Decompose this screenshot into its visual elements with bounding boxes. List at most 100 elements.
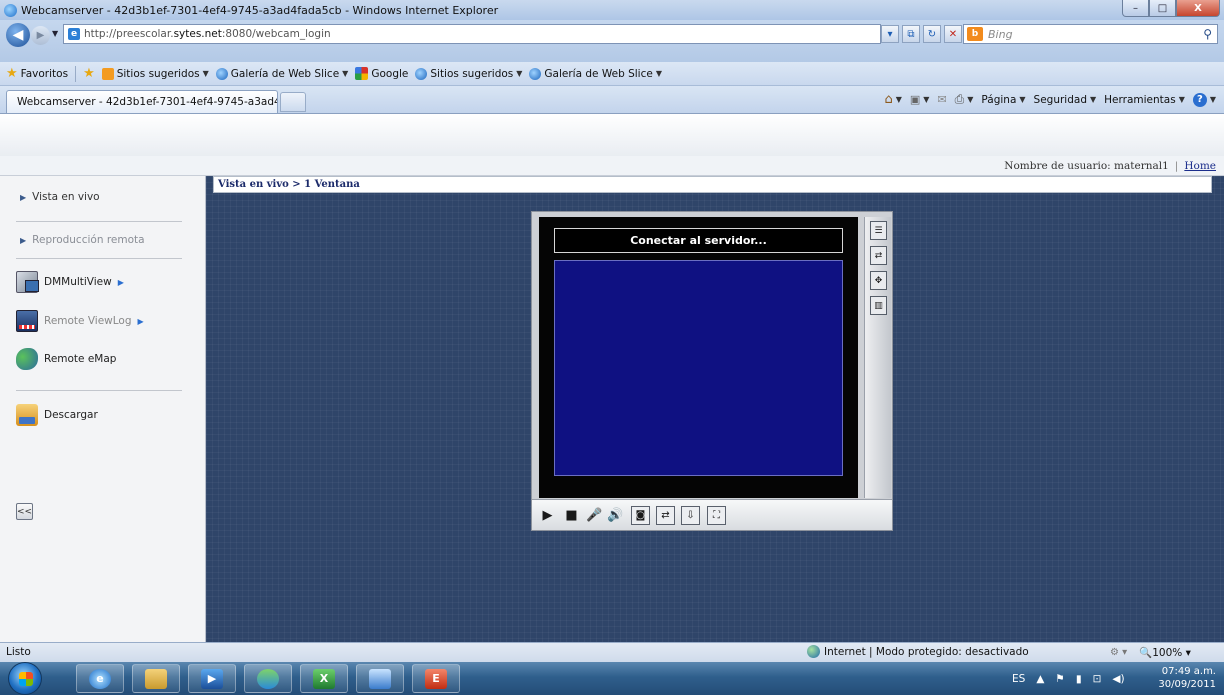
clock-date: 30/09/2011 <box>1158 679 1216 690</box>
collapse-sidebar-button[interactable]: << <box>16 503 33 520</box>
search-input[interactable]: b Bing ⚲ <box>963 24 1218 44</box>
switch-window-icon[interactable]: ⇄ <box>656 506 675 525</box>
sidebar-item-label: Reproducción remota <box>32 234 145 246</box>
connection-status: Conectar al servidor... <box>554 228 843 253</box>
sidebar: ▶ Vista en vivo ▶ Reproducción remota DM… <box>0 176 206 642</box>
close-button[interactable]: X <box>1176 0 1220 17</box>
network-icon <box>369 668 391 689</box>
compatibility-view-icon[interactable]: ⧉ <box>902 25 920 43</box>
sidebar-tool-label: Remote eMap <box>44 353 117 365</box>
print-icon: ⎙ <box>954 92 965 106</box>
back-button[interactable]: ◀ <box>6 23 30 47</box>
taskbar-explorer[interactable] <box>132 664 180 693</box>
speaker-icon[interactable]: 🔊 <box>606 506 625 525</box>
status-tools: ⚙ ▾ 🔍100% ▾ <box>1110 646 1191 659</box>
page-icon: e <box>68 28 80 40</box>
show-hidden-icons-icon[interactable]: ▲ <box>1036 673 1044 685</box>
address-dropdown-icon[interactable]: ▾ <box>881 25 899 43</box>
globe-icon <box>807 645 820 658</box>
play-icon[interactable]: ▶ <box>538 506 557 525</box>
stop-icon[interactable]: ✕ <box>944 25 962 43</box>
sidebar-tool-download[interactable]: Descargar <box>16 404 98 426</box>
microphone-icon[interactable]: 🎤 <box>585 506 604 525</box>
sidebar-item-remote-playback[interactable]: ▶ Reproducción remota <box>20 234 145 246</box>
chevron-down-icon: ▼ <box>655 69 662 78</box>
start-button[interactable] <box>8 662 42 695</box>
sidebar-item-live-view[interactable]: ▶ Vista en vivo <box>20 191 100 203</box>
home-button[interactable]: ⌂ ▼ <box>884 92 901 107</box>
minimize-button[interactable]: – <box>1122 0 1149 17</box>
snapshot-icon[interactable]: ◙ <box>631 506 650 525</box>
tools-menu[interactable]: Herramientas ▼ <box>1104 94 1185 106</box>
taskbar-excel[interactable]: X <box>300 664 348 693</box>
internet-explorer-icon: e <box>89 668 111 689</box>
clock[interactable]: 07:49 a.m. 30/09/2011 <box>1158 665 1216 691</box>
chevron-down-icon: ▼ <box>342 69 349 78</box>
favorite-link-sitios-sugeridos[interactable]: Sitios sugeridos ▼ <box>101 67 209 80</box>
layout-icon[interactable]: ▥ <box>870 296 887 315</box>
page-menu[interactable]: Página ▼ <box>981 94 1025 106</box>
sidebar-tool-dmmultiview[interactable]: DMMultiView ▶ <box>16 271 124 293</box>
protected-mode-icon[interactable]: ⚙ ▾ <box>1110 647 1127 658</box>
zone-label: Internet | Modo protegido: desactivado <box>824 645 1029 658</box>
taskbar-internet-explorer[interactable]: e <box>76 664 124 693</box>
maximize-button[interactable]: □ <box>1149 0 1176 17</box>
print-button[interactable]: ⎙ ▼ <box>955 92 974 107</box>
remote-viewlog-icon <box>16 310 38 332</box>
favorite-link-web-slice-2[interactable]: Galería de Web Slice ▼ <box>529 67 662 80</box>
url-suffix: :8080/webcam_login <box>221 28 331 40</box>
add-favorite-icon[interactable]: ★ <box>83 66 95 81</box>
history-dropdown-icon[interactable]: ▼ <box>52 29 58 38</box>
favorite-link-web-slice[interactable]: Galería de Web Slice ▼ <box>215 67 349 80</box>
stop-icon[interactable]: ■ <box>562 506 581 525</box>
divider <box>16 390 182 391</box>
read-mail-button[interactable]: ✉ <box>937 93 946 106</box>
taskbar-messenger[interactable] <box>244 664 292 693</box>
taskbar-media-player[interactable]: ▶ <box>188 664 236 693</box>
chevron-down-icon: ▼ <box>202 69 209 78</box>
forward-button[interactable]: ▶ <box>31 26 50 45</box>
sidebar-tool-remote-viewlog[interactable]: Remote ViewLog ▶ <box>16 310 144 332</box>
bing-icon: b <box>967 27 983 41</box>
url-domain: sytes.net <box>173 28 222 40</box>
tab-webcamserver[interactable]: Webcamserver - 42d3b1ef-7301-4ef4-9745-a… <box>6 90 278 113</box>
page-header <box>0 114 1224 156</box>
username-label: Nombre de usuario: maternal1 <box>1004 159 1169 172</box>
power-icon[interactable]: ▮ <box>1076 673 1082 685</box>
clock-time: 07:49 a.m. <box>1161 666 1216 677</box>
taskbar-network-app[interactable] <box>356 664 404 693</box>
address-input[interactable]: e http://preescolar. sytes.net:8080/webca… <box>63 24 881 44</box>
zoom-level[interactable]: 🔍100% ▾ <box>1139 646 1191 659</box>
list-icon[interactable]: ☰ <box>870 221 887 240</box>
menu-label: Herramientas <box>1104 93 1176 106</box>
favorite-link-sitios-sugeridos-2[interactable]: Sitios sugeridos ▼ <box>415 67 522 80</box>
application-icon: E <box>425 668 447 689</box>
video-display[interactable] <box>554 260 843 476</box>
save-icon[interactable]: ⇩ <box>681 506 700 525</box>
address-toolbar: ◀ ▶ ▼ e http://preescolar. sytes.net:8080… <box>0 20 1224 62</box>
ptz-icon[interactable]: ✥ <box>870 271 887 290</box>
volume-icon[interactable]: ◀) <box>1112 673 1124 685</box>
fullscreen-icon[interactable]: ⛶ <box>707 506 726 525</box>
favorites-button[interactable]: ★ Favoritos <box>6 66 68 81</box>
taskbar-app-red[interactable]: E <box>412 664 460 693</box>
window-switch-icon[interactable]: ⇄ <box>870 246 887 265</box>
favorites-label: Favoritos <box>20 67 69 80</box>
suggested-sites-icon <box>101 67 114 80</box>
url-prefix: http://preescolar. <box>84 28 174 40</box>
help-menu[interactable]: ? ▼ <box>1192 92 1216 107</box>
language-indicator[interactable]: ES <box>1012 673 1025 685</box>
new-tab-button[interactable] <box>280 92 306 112</box>
action-center-icon[interactable]: ⚑ <box>1055 673 1064 685</box>
security-zone[interactable]: Internet | Modo protegido: desactivado <box>807 645 1029 658</box>
sidebar-tool-remote-emap[interactable]: Remote eMap <box>16 348 116 370</box>
favorite-link-google[interactable]: Google <box>355 67 408 80</box>
favorite-label: Sitios sugeridos <box>430 67 514 80</box>
refresh-icon[interactable]: ↻ <box>923 25 941 43</box>
feeds-button[interactable]: ▣ ▼ <box>910 93 930 106</box>
main-area: Vista en vivo > 1 Ventana Conectar al se… <box>206 176 1224 642</box>
home-link[interactable]: Home <box>1184 160 1216 172</box>
network-tray-icon[interactable]: ⊡ <box>1093 673 1102 685</box>
security-menu[interactable]: Seguridad ▼ <box>1034 94 1097 106</box>
search-icon[interactable]: ⚲ <box>1203 27 1212 41</box>
